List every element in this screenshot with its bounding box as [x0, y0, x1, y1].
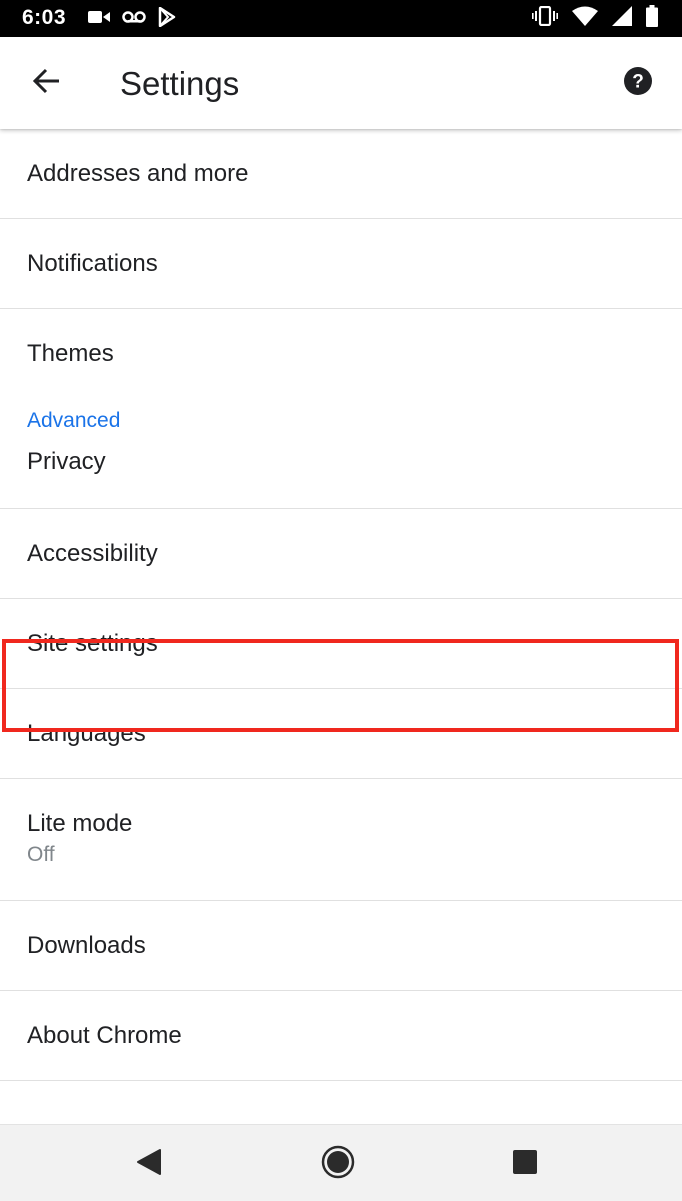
- nav-recents-button[interactable]: [508, 1147, 542, 1181]
- app-bar: Settings ?: [0, 37, 682, 129]
- status-time: 6:03: [22, 6, 67, 29]
- video-camera-icon: [88, 9, 110, 30]
- arrow-back-icon: [31, 66, 61, 101]
- help-icon: ?: [624, 66, 652, 100]
- settings-item-about-chrome[interactable]: About Chrome: [0, 991, 682, 1081]
- settings-item-label: Addresses and more: [27, 160, 249, 187]
- settings-item-label: Languages: [27, 720, 146, 747]
- settings-item-privacy[interactable]: Privacy: [0, 446, 682, 509]
- settings-item-languages[interactable]: Languages: [0, 689, 682, 779]
- lite-mode-status: Off: [27, 843, 55, 866]
- settings-item-lite-mode[interactable]: Lite mode Off: [0, 779, 682, 901]
- settings-item-label: Themes: [27, 340, 114, 367]
- help-button[interactable]: ?: [624, 66, 652, 100]
- svg-text:?: ?: [632, 71, 644, 92]
- settings-item-themes[interactable]: Themes: [0, 309, 682, 398]
- settings-item-site-settings[interactable]: Site settings: [0, 599, 682, 689]
- section-header-label: Advanced: [27, 409, 121, 432]
- section-header-advanced: Advanced: [0, 398, 682, 446]
- settings-item-label: Lite mode: [27, 810, 133, 837]
- settings-item-label: About Chrome: [27, 1022, 182, 1049]
- settings-item-label: Downloads: [27, 932, 146, 959]
- page-title: Settings: [120, 65, 240, 102]
- voicemail-icon: [122, 10, 146, 29]
- battery-icon: [646, 4, 658, 32]
- wifi-icon: [572, 6, 598, 31]
- nav-home-button[interactable]: [321, 1145, 355, 1184]
- settings-list: Addresses and more Notifications Themes …: [0, 129, 682, 1081]
- settings-item-label: Privacy: [27, 448, 106, 475]
- settings-item-label: Accessibility: [27, 540, 158, 567]
- home-circle-icon: [321, 1145, 355, 1184]
- cell-signal-icon: [612, 5, 632, 31]
- play-store-icon: [158, 6, 176, 32]
- back-button[interactable]: [26, 63, 66, 103]
- system-nav-bar: [0, 1124, 682, 1201]
- settings-item-label: Notifications: [27, 250, 158, 277]
- nav-back-button[interactable]: [132, 1147, 166, 1181]
- vibrate-icon: [532, 5, 559, 31]
- back-triangle-icon: [136, 1148, 162, 1181]
- recents-square-icon: [511, 1148, 539, 1181]
- settings-item-addresses[interactable]: Addresses and more: [0, 129, 682, 219]
- settings-item-downloads[interactable]: Downloads: [0, 901, 682, 991]
- settings-item-notifications[interactable]: Notifications: [0, 219, 682, 309]
- settings-item-label: Site settings: [27, 630, 158, 657]
- status-bar: 6:03: [0, 0, 682, 37]
- settings-item-accessibility[interactable]: Accessibility: [0, 509, 682, 599]
